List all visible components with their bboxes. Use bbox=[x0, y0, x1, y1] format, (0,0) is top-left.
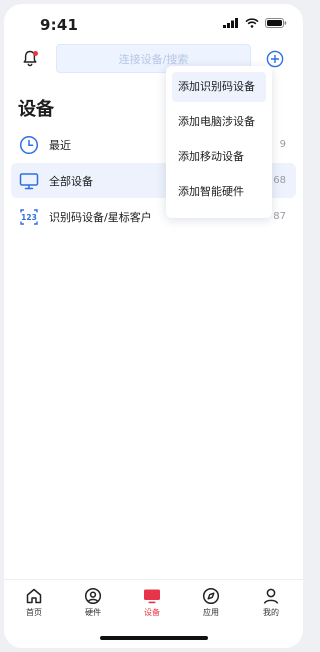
search-placeholder: 连接设备/搜索 bbox=[118, 52, 189, 66]
list-item-label: 全部设备 bbox=[49, 174, 93, 188]
clock-icon bbox=[19, 135, 39, 155]
status-bar: 9:41 bbox=[4, 4, 303, 44]
tab-label: 硬件 bbox=[85, 608, 101, 617]
tab-home[interactable]: 首页 bbox=[14, 587, 54, 618]
tab-me[interactable]: 我的 bbox=[251, 587, 291, 618]
phone-screen: 9:41 连接设备/搜索 设备 最近 9 全部设备 68 123 识别码设备/星… bbox=[4, 4, 303, 648]
list-item-label: 识别码设备/星标客户 bbox=[49, 210, 152, 224]
status-time: 9:41 bbox=[40, 16, 79, 34]
tab-devices[interactable]: 设备 bbox=[132, 587, 172, 618]
add-circle-icon[interactable] bbox=[266, 50, 284, 68]
battery-icon bbox=[265, 18, 287, 28]
svg-text:123: 123 bbox=[21, 213, 37, 222]
menu-item-add-id-code-device[interactable]: 添加识别码设备 bbox=[172, 72, 266, 102]
list-item-label: 最近 bbox=[49, 138, 71, 152]
tab-label: 设备 bbox=[144, 608, 160, 617]
list-item-count: 87 bbox=[273, 211, 286, 222]
tab-hardware[interactable]: 硬件 bbox=[73, 587, 113, 618]
wifi-icon bbox=[245, 18, 259, 28]
tab-apps[interactable]: 应用 bbox=[191, 587, 231, 618]
signal-icon bbox=[223, 18, 238, 28]
status-icons bbox=[223, 18, 287, 28]
compass-icon bbox=[202, 587, 220, 605]
home-icon bbox=[26, 588, 42, 604]
user-icon bbox=[263, 588, 279, 604]
device-icon bbox=[144, 589, 160, 604]
tab-label: 首页 bbox=[26, 608, 42, 617]
menu-item-add-smart-hardware[interactable]: 添加智能硬件 bbox=[172, 177, 266, 207]
list-item-count: 68 bbox=[273, 175, 286, 186]
notification-badge bbox=[33, 51, 38, 56]
add-device-menu: 添加识别码设备 添加电脑涉设备 添加移动设备 添加智能硬件 bbox=[166, 66, 272, 218]
tab-label: 应用 bbox=[203, 608, 219, 617]
hardware-icon bbox=[84, 587, 102, 605]
page-title: 设备 bbox=[18, 99, 54, 120]
id-code-icon: 123 bbox=[20, 209, 38, 225]
list-item-count: 9 bbox=[279, 139, 286, 150]
home-indicator bbox=[100, 636, 208, 640]
monitor-icon bbox=[19, 173, 39, 190]
menu-item-add-computer-device[interactable]: 添加电脑涉设备 bbox=[172, 107, 266, 137]
menu-item-add-mobile-device[interactable]: 添加移动设备 bbox=[172, 142, 266, 172]
tab-label: 我的 bbox=[263, 608, 279, 617]
